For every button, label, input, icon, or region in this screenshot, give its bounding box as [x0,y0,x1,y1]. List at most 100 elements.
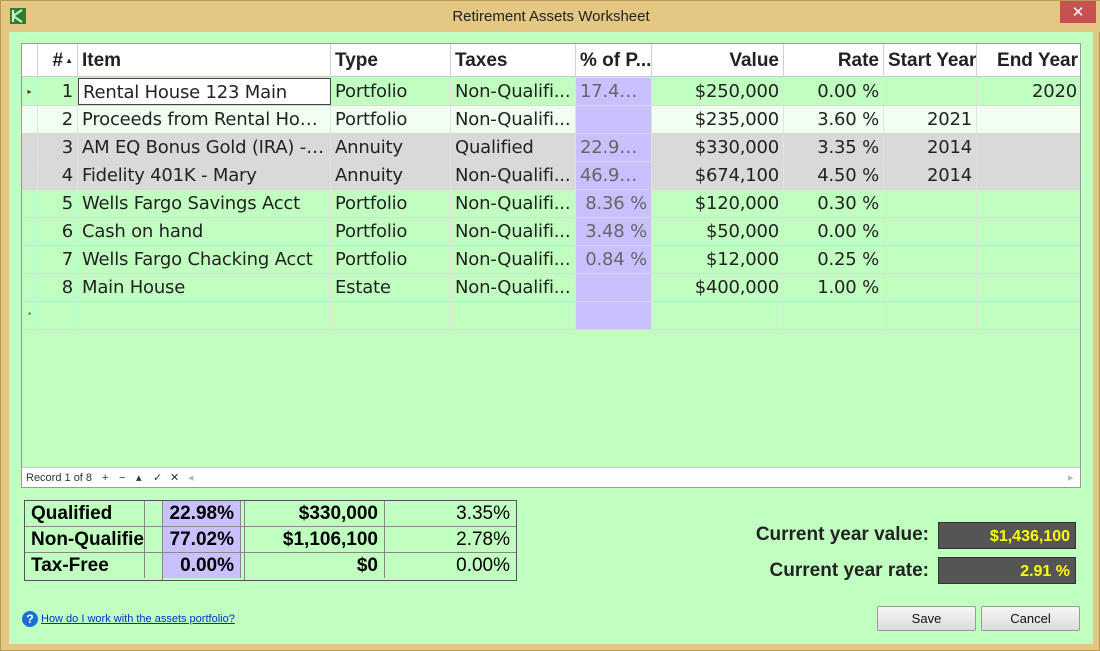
cell-start[interactable] [884,274,977,301]
cell-value[interactable]: $400,000 [652,274,784,301]
cell-pct[interactable] [576,106,652,133]
cell-taxes[interactable]: Non-Qualifi... [451,274,576,301]
row-indicator[interactable] [22,190,38,217]
cell-start[interactable] [884,78,977,105]
cell-num[interactable]: 7 [38,246,78,273]
cell-value[interactable]: $674,100 [652,162,784,189]
new-row[interactable]: * [22,302,1080,330]
cell-type[interactable]: Portfolio [331,78,451,105]
column-header-pct[interactable]: % of P... [576,44,652,77]
cell-type[interactable]: Portfolio [331,246,451,273]
column-header-num[interactable]: # ▲ [38,44,78,77]
cell-num[interactable]: 8 [38,274,78,301]
cell-taxes[interactable]: Non-Qualifi... [451,162,576,189]
cell-taxes[interactable]: Non-Qualifi... [451,78,576,105]
table-row[interactable]: ▸ 1 Rental House 123 Main Portfolio Non-Qual… [22,78,1080,106]
cell-value[interactable]: $50,000 [652,218,784,245]
help-icon[interactable]: ? [22,611,38,628]
table-row[interactable]: 8 Main House Estate Non-Qualifi... $400,000 1… [22,274,1080,302]
table-row[interactable]: 5 Wells Fargo Savings Acct Portfolio Non-Qu… [22,190,1080,218]
table-row[interactable]: 2 Proceeds from Rental House Portfolio Non-… [22,106,1080,134]
current-row-icon[interactable]: ▸ [22,78,38,105]
cell-pct[interactable]: 3.48 % [576,218,652,245]
help-link[interactable]: ? How do I work with the assets portfolio… [22,610,235,628]
cell-end[interactable] [977,134,1080,161]
cell-type[interactable]: Portfolio [331,106,451,133]
row-indicator[interactable] [22,246,38,273]
cell-taxes[interactable]: Qualified [451,134,576,161]
move-up-icon[interactable]: ▴ [136,468,142,487]
cell-num[interactable]: 6 [38,218,78,245]
cell-item[interactable]: Proceeds from Rental House [78,106,331,133]
cell-start[interactable] [884,218,977,245]
cell-end[interactable] [977,190,1080,217]
row-indicator[interactable] [22,218,38,245]
column-header-taxes[interactable]: Taxes [451,44,576,77]
cell-pct[interactable]: 46.94 % [576,162,652,189]
cell-num[interactable]: 1 [38,78,78,105]
cell-end[interactable] [977,162,1080,189]
cell-value[interactable]: $250,000 [652,78,784,105]
apply-edit-icon[interactable]: ✓ [153,468,162,487]
cell-item[interactable]: Wells Fargo Chacking Acct [78,246,331,273]
new-row-cell[interactable] [576,302,652,329]
row-indicator[interactable] [22,134,38,161]
cell-rate[interactable]: 0.00 % [784,78,884,105]
row-indicator[interactable] [22,106,38,133]
cell-end[interactable] [977,246,1080,273]
cell-start[interactable]: 2014 [884,134,977,161]
new-row-cell[interactable] [652,302,784,329]
table-row[interactable]: 4 Fidelity 401K - Mary Annuity Non-Qualifi.… [22,162,1080,190]
cell-taxes[interactable]: Non-Qualifi... [451,106,576,133]
new-row-cell[interactable] [977,302,1080,329]
cell-value[interactable]: $330,000 [652,134,784,161]
cell-start[interactable]: 2021 [884,106,977,133]
cell-pct[interactable]: 22.98 % [576,134,652,161]
cell-pct[interactable] [576,274,652,301]
column-header-end-year[interactable]: End Year [977,44,1080,77]
cell-start[interactable] [884,190,977,217]
table-row[interactable]: 3 AM EQ Bonus Gold (IRA) - J... Annuity Qua… [22,134,1080,162]
cell-rate[interactable]: 0.00 % [784,218,884,245]
cell-rate[interactable]: 0.25 % [784,246,884,273]
cell-rate[interactable]: 4.50 % [784,162,884,189]
cell-start[interactable]: 2014 [884,162,977,189]
cell-item[interactable]: Wells Fargo Savings Acct [78,190,331,217]
column-header-item[interactable]: Item [78,44,331,77]
cell-pct[interactable]: 8.36 % [576,190,652,217]
scroll-right-icon[interactable]: ▸ [1068,468,1074,487]
title-bar[interactable]: Retirement Assets Worksheet ✕ [1,1,1100,32]
cell-num[interactable]: 5 [38,190,78,217]
column-header-start-year[interactable]: Start Year [884,44,977,77]
cell-type[interactable]: Annuity [331,134,451,161]
cell-item[interactable]: AM EQ Bonus Gold (IRA) - J... [78,134,331,161]
new-row-cell[interactable] [451,302,576,329]
cell-pct[interactable]: 17.41 % [576,78,652,105]
new-row-cell[interactable] [884,302,977,329]
cell-num[interactable]: 3 [38,134,78,161]
cell-end[interactable] [977,218,1080,245]
row-indicator[interactable] [22,162,38,189]
cell-start[interactable] [884,246,977,273]
cell-taxes[interactable]: Non-Qualifi... [451,246,576,273]
column-header-type[interactable]: Type [331,44,451,77]
cell-end[interactable] [977,106,1080,133]
column-header-value[interactable]: Value [652,44,784,77]
cell-type[interactable]: Estate [331,274,451,301]
cell-type[interactable]: Portfolio [331,190,451,217]
cancel-edit-icon[interactable]: ✕ [170,468,179,487]
cell-value[interactable]: $235,000 [652,106,784,133]
remove-record-icon[interactable]: − [119,468,125,487]
cell-type[interactable]: Portfolio [331,218,451,245]
cell-rate[interactable]: 3.60 % [784,106,884,133]
cell-item[interactable]: Main House [78,274,331,301]
close-button[interactable]: ✕ [1060,1,1096,23]
table-row[interactable]: 6 Cash on hand Portfolio Non-Qualifi... 3.48… [22,218,1080,246]
cell-item[interactable]: Cash on hand [78,218,331,245]
new-row-cell[interactable] [38,302,78,329]
cell-rate[interactable]: 3.35 % [784,134,884,161]
cell-item[interactable]: Rental House 123 Main [78,78,331,105]
new-row-cell[interactable] [78,302,331,329]
column-header-rate[interactable]: Rate [784,44,884,77]
row-indicator[interactable] [22,274,38,301]
